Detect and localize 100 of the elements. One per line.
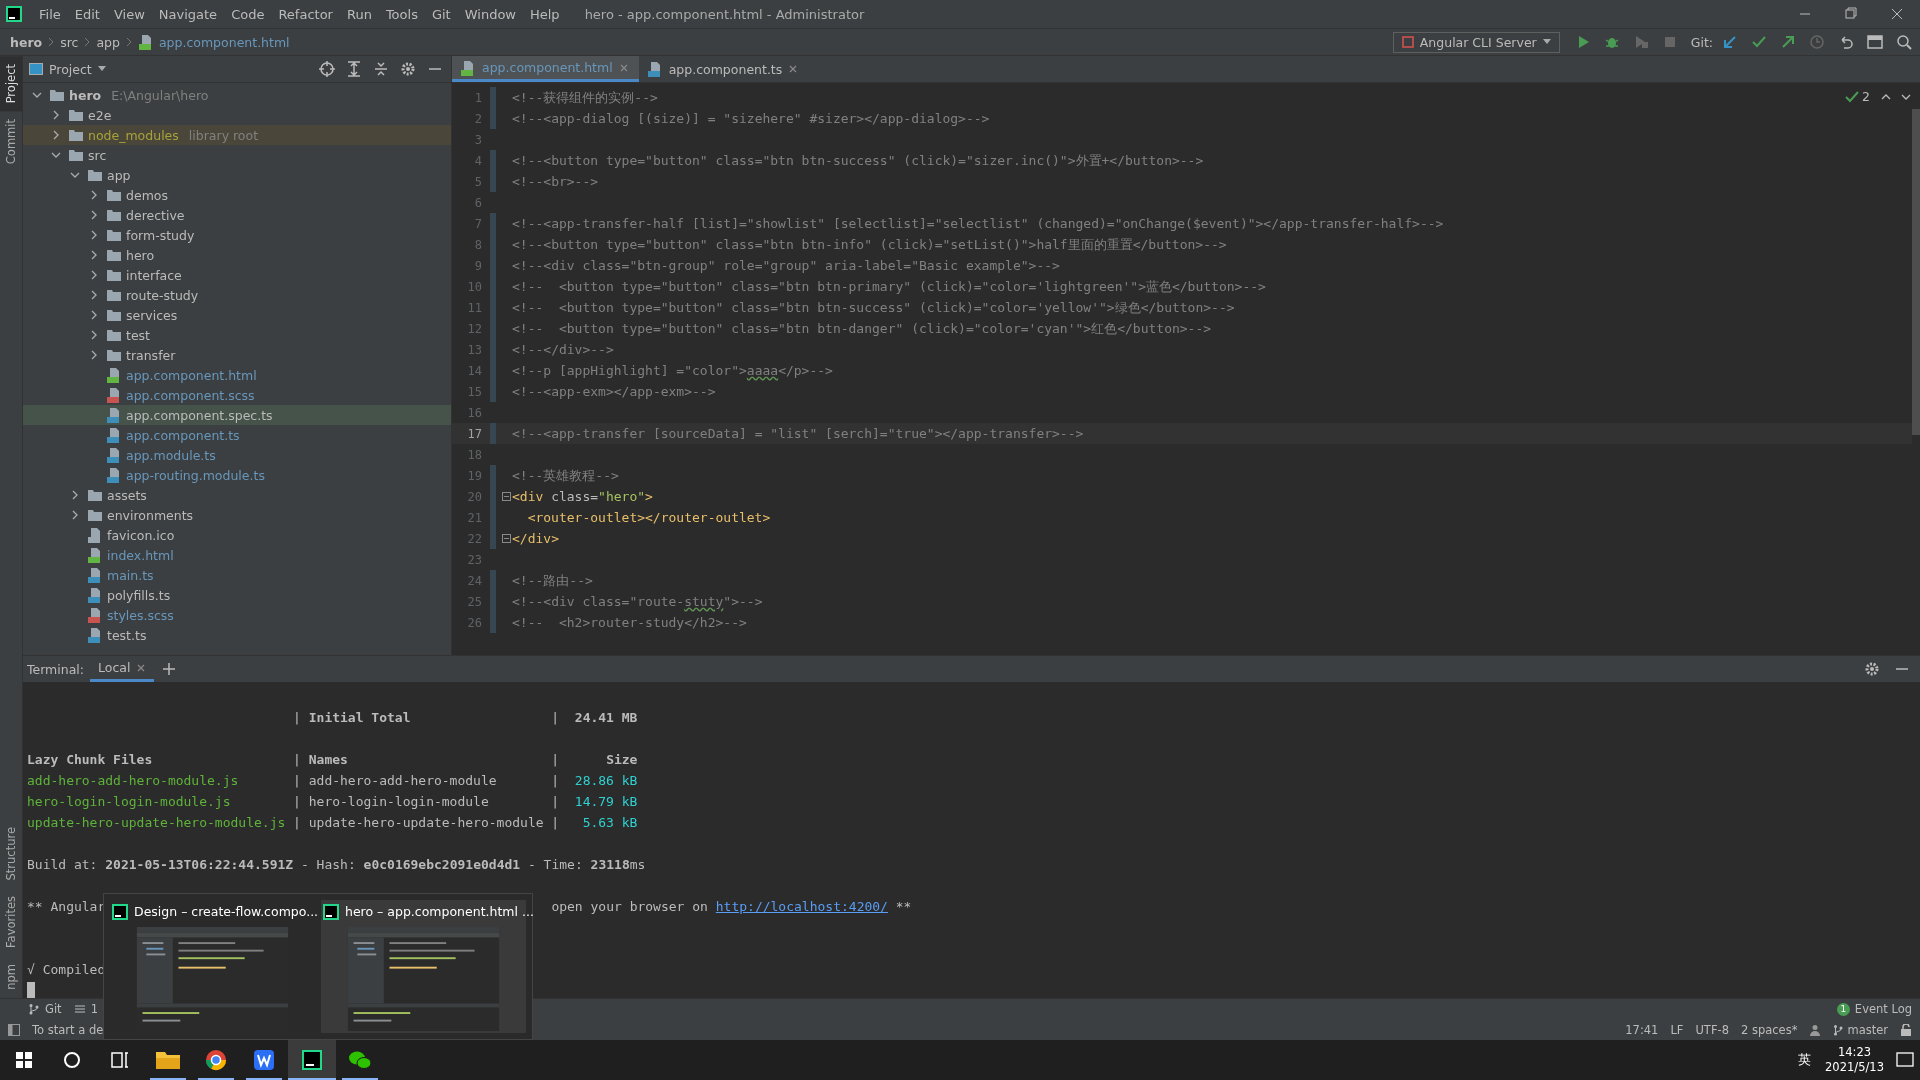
tree-item[interactable]: assets — [23, 485, 451, 505]
input-method-indicator[interactable]: 英 — [1798, 1051, 1812, 1069]
tree-item[interactable]: app-routing.module.ts — [23, 465, 451, 485]
tree-item[interactable]: styles.scss — [23, 605, 451, 625]
status-item[interactable]: 17:41 — [1625, 1022, 1659, 1037]
folder-icon — [106, 348, 122, 362]
menu-item[interactable]: View — [106, 6, 152, 22]
tree-item[interactable]: src — [23, 145, 451, 165]
menu-item[interactable]: Run — [339, 6, 379, 22]
terminal-cell-text: add-hero-add-hero-module — [308, 773, 498, 788]
tree-item[interactable]: app.component.spec.ts — [23, 405, 451, 425]
breadcrumb[interactable]: src — [60, 34, 79, 50]
tree-item[interactable]: app.component.html — [23, 365, 451, 385]
tree-item[interactable]: form-study — [23, 225, 451, 245]
terminal-tab[interactable]: Local — [90, 656, 155, 682]
tree-item[interactable]: environments — [23, 505, 451, 525]
branch-icon — [28, 1003, 40, 1015]
breadcrumb[interactable]: app — [96, 34, 120, 50]
tree-item[interactable]: app.component.ts — [23, 425, 451, 445]
tree-item[interactable]: e2e — [23, 105, 451, 125]
folder-icon — [106, 188, 122, 202]
tree-item[interactable]: app.component.scss — [23, 385, 451, 405]
tree-item[interactable]: index.html — [23, 545, 451, 565]
line-number: 22 — [466, 531, 483, 546]
tree-item[interactable]: hero E:\Angular\hero — [23, 85, 451, 105]
layout-icon[interactable] — [1865, 32, 1885, 52]
tree-item[interactable]: app.module.ts — [23, 445, 451, 465]
file-icon — [106, 367, 122, 383]
locate-icon[interactable] — [317, 59, 337, 79]
side-tab[interactable]: Commit — [0, 111, 22, 173]
menu-item[interactable]: Window — [457, 6, 523, 22]
status-item[interactable]: UTF-8 — [1695, 1022, 1729, 1037]
ide-icon[interactable] — [288, 1040, 336, 1080]
code-line: <!--路由--> — [512, 571, 593, 590]
folder-icon — [106, 228, 122, 242]
menu-item[interactable]: Code — [224, 6, 272, 22]
inspection-widget[interactable]: 2 — [1845, 89, 1870, 104]
column-separator: | — [293, 773, 302, 788]
side-tab[interactable]: Favorites — [0, 888, 22, 957]
line-number: 26 — [466, 615, 483, 630]
tree-item[interactable]: hero — [23, 245, 451, 265]
line-number: 13 — [466, 342, 483, 357]
file-icon — [106, 407, 122, 423]
tree-item[interactable]: demos — [23, 185, 451, 205]
tree-item[interactable]: app — [23, 165, 451, 185]
tree-item[interactable]: main.ts — [23, 565, 451, 585]
line-number: 7 — [473, 216, 483, 231]
tree-item[interactable]: favicon.ico — [23, 525, 451, 545]
side-tab[interactable]: Structure — [0, 818, 22, 889]
event-log-button[interactable]: 1 Event Log — [1836, 1002, 1912, 1016]
code-line: <!--<div class="route-stuty">--> — [512, 594, 763, 609]
folder-icon — [106, 288, 122, 302]
view-dropdown[interactable]: Project — [29, 61, 106, 77]
code-line: <!--<app-transfer-half [list]="showlist" [selectlist]="selectlist" (changed)="onChange($event)"></app-transfer-half>--> — [512, 216, 1444, 231]
folder-icon — [106, 208, 122, 222]
line-number: 12 — [466, 321, 483, 336]
add-icon[interactable] — [162, 662, 177, 676]
breadcrumb[interactable]: hero — [10, 34, 43, 50]
tree-item[interactable]: interface — [23, 265, 451, 285]
side-tab[interactable]: Project — [0, 56, 22, 112]
line-number: 15 — [466, 384, 483, 399]
tree-item[interactable]: polyfills.ts — [23, 585, 451, 605]
tree-item[interactable]: transfer — [23, 345, 451, 365]
clock-date[interactable]: 2021/5/13 — [1825, 1060, 1884, 1075]
menu-item[interactable]: Refactor — [271, 6, 340, 22]
menu-item[interactable]: Edit — [67, 6, 107, 22]
tree-item[interactable]: services — [23, 305, 451, 325]
menu-item[interactable]: Navigate — [151, 6, 225, 22]
clock-time[interactable]: 14:23 — [1837, 1045, 1872, 1060]
line-number: 18 — [466, 447, 483, 462]
status-item[interactable]: LF — [1670, 1022, 1684, 1037]
check-icon — [1845, 89, 1860, 104]
tree-item[interactable]: node_modules library root — [23, 125, 451, 145]
link[interactable]: http://localhost:4200/ — [715, 899, 888, 914]
tree-item[interactable]: derective — [23, 205, 451, 225]
file-icon — [87, 547, 103, 563]
chevron-icon — [83, 36, 92, 48]
menu-item[interactable]: Tools — [378, 6, 425, 22]
scrollbar[interactable] — [1912, 109, 1920, 435]
code-line: <div class="hero"> — [512, 489, 653, 504]
tree-item[interactable]: test — [23, 325, 451, 345]
editor-tab[interactable]: app.component.ts — [638, 56, 809, 82]
status-item[interactable]: 2 spaces* — [1741, 1022, 1798, 1037]
branch-widget[interactable]: master — [1833, 1022, 1888, 1037]
breadcrumb[interactable]: app.component.html — [158, 34, 290, 50]
terminal-cell-text: hero-login-login-module — [308, 794, 490, 809]
tree-item[interactable]: test.ts — [23, 625, 451, 645]
code-line: <!-- <button type="button" class="btn btn-primary" (click)="color='lightgreen'">蓝色</button>--> — [512, 277, 1266, 296]
window-icon — [29, 63, 43, 75]
code-line: <!--获得组件的实例--> — [512, 88, 658, 107]
code-line: <!--<app-exm></app-exm>--> — [512, 384, 716, 399]
tree-item[interactable]: route-study — [23, 285, 451, 305]
menu-item[interactable]: Git — [424, 6, 458, 22]
menu-item[interactable]: File — [32, 6, 68, 22]
tool-window-button[interactable]: 1 — [73, 1002, 98, 1016]
run-config-dropdown[interactable]: Angular CLI Server — [1392, 31, 1560, 53]
menu-item[interactable]: Help — [523, 6, 567, 22]
side-tab[interactable]: npm — [0, 956, 22, 998]
tool-window-button[interactable]: Git — [28, 1002, 62, 1016]
folder-icon — [68, 108, 84, 122]
